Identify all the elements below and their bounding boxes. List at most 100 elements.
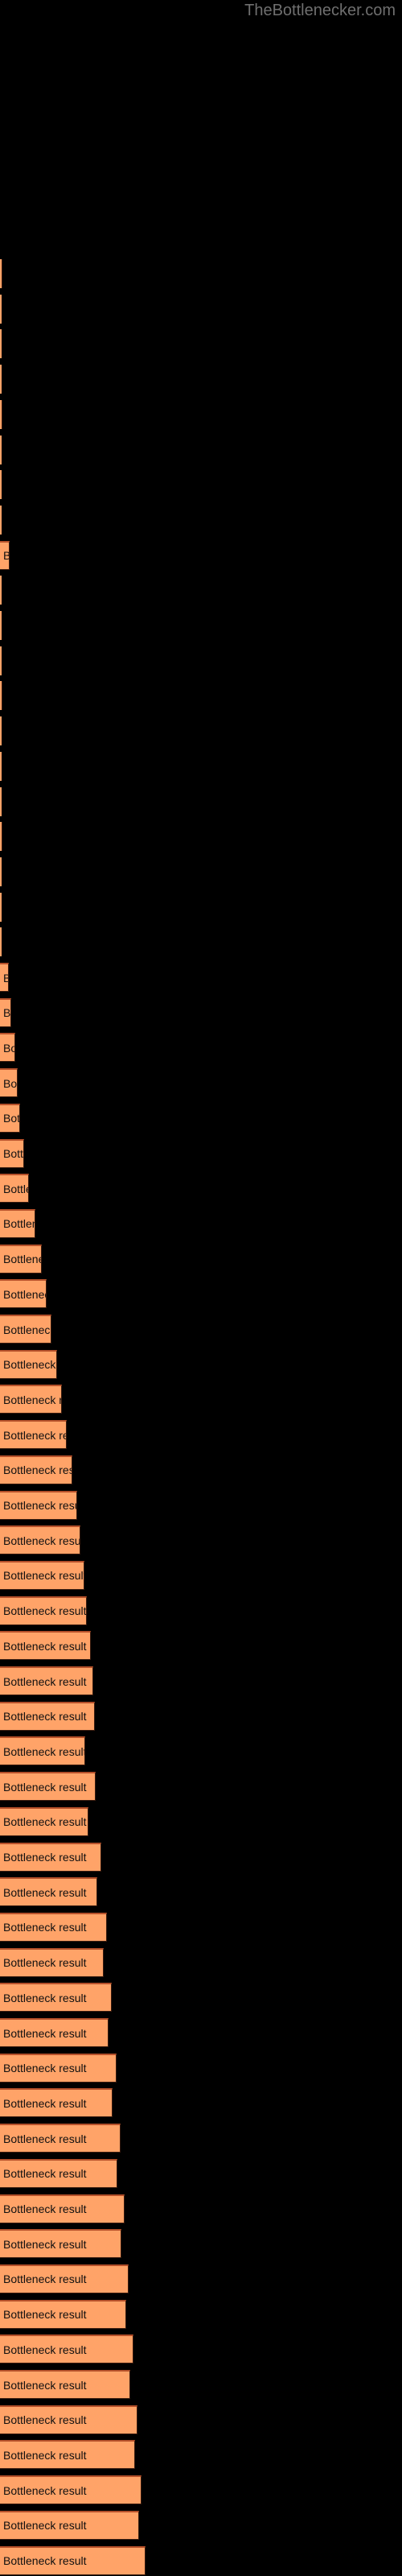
bar-9: Bottleneck result — [0, 540, 10, 570]
bar-label-4: Bottleneck result — [0, 373, 2, 386]
bar-label-21: Bottleneck result — [0, 972, 8, 985]
bar-12: Bottleneck result — [0, 646, 2, 675]
bar-7: Bottleneck result — [0, 470, 2, 500]
bar-label-7: Bottleneck result — [0, 478, 2, 491]
bar-label-66: Bottleneck result — [3, 2554, 87, 2567]
bar-label-52: Bottleneck result — [3, 2062, 87, 2075]
bar-36: Bottleneck result — [0, 1490, 77, 1520]
bar-label-45: Bottleneck result — [3, 1815, 87, 1829]
bar-label-12: Bottleneck result — [0, 654, 2, 667]
bar-label-16: Bottleneck result — [0, 795, 2, 808]
bar-57: Bottleneck result — [0, 2229, 121, 2259]
bar-label-42: Bottleneck result — [3, 1710, 87, 1724]
bar-30: Bottleneck result — [0, 1279, 47, 1309]
bar-label-39: Bottleneck result — [3, 1604, 87, 1618]
bar-14: Bottleneck result — [0, 716, 2, 746]
bar-24: Bottleneck result — [0, 1068, 18, 1098]
bar-26: Bottleneck result — [0, 1138, 24, 1168]
bar-39: Bottleneck result — [0, 1596, 87, 1625]
bar-label-49: Bottleneck result — [3, 1956, 87, 1970]
bar-label-56: Bottleneck result — [3, 2202, 87, 2215]
bar-label-18: Bottleneck result — [0, 865, 2, 878]
chart-root: TheBottlenecker.com Bottleneck resultBot… — [0, 0, 402, 2576]
bar-18: Bottleneck result — [0, 857, 2, 886]
bar-15: Bottleneck result — [0, 751, 2, 781]
bar-label-57: Bottleneck result — [3, 2237, 87, 2251]
bar-label-44: Bottleneck result — [3, 1780, 87, 1794]
bar-label-54: Bottleneck result — [3, 2132, 87, 2145]
bar-label-37: Bottleneck result — [3, 1534, 80, 1547]
bar-label-19: Bottleneck result — [0, 901, 2, 914]
bar-56: Bottleneck result — [0, 2194, 125, 2223]
bar-66: Bottleneck result — [0, 2545, 146, 2575]
bar-label-11: Bottleneck result — [0, 619, 2, 632]
bar-19: Bottleneck result — [0, 892, 2, 922]
bar-54: Bottleneck result — [0, 2124, 121, 2153]
bar-label-1: Bottleneck result — [0, 267, 2, 280]
bar-23: Bottleneck result — [0, 1033, 15, 1063]
bar-label-50: Bottleneck result — [3, 1991, 87, 2004]
bar-34: Bottleneck result — [0, 1420, 67, 1450]
bar-chart-plot-area: Bottleneck result Bottleneck result Bottle… — [0, 0, 402, 2576]
bar-22: Bottleneck result — [0, 997, 11, 1027]
bar-13: Bottleneck result — [0, 681, 2, 711]
bar-label-33: Bottleneck result — [3, 1393, 61, 1406]
bar-label-53: Bottleneck result — [3, 2096, 87, 2110]
bar-32: Bottleneck result — [0, 1349, 57, 1379]
bar-label-46: Bottleneck result — [3, 1851, 87, 1864]
bar-label-9: Bottleneck result — [0, 549, 9, 562]
bar-label-64: Bottleneck result — [3, 2483, 87, 2497]
bar-label-36: Bottleneck result — [3, 1499, 76, 1512]
bar-label-26: Bottleneck result — [3, 1147, 24, 1160]
bar-label-63: Bottleneck result — [3, 2448, 87, 2462]
bar-4: Bottleneck result — [0, 365, 2, 394]
bar-label-47: Bottleneck result — [3, 1885, 87, 1899]
bar-label-23: Bottleneck result — [3, 1041, 14, 1055]
bar-11: Bottleneck result — [0, 611, 2, 640]
bar-label-15: Bottleneck result — [0, 760, 2, 773]
bar-60: Bottleneck result — [0, 2334, 133, 2364]
bar-label-48: Bottleneck result — [3, 1921, 87, 1934]
bar-28: Bottleneck result — [0, 1208, 35, 1238]
bar-label-22: Bottleneck result — [3, 1006, 11, 1020]
bar-label-20: Bottleneck result — [0, 935, 2, 948]
bar-label-17: Bottleneck result — [0, 830, 2, 843]
bar-5: Bottleneck result — [0, 399, 2, 429]
bar-label-62: Bottleneck result — [3, 2413, 87, 2427]
bar-46: Bottleneck result — [0, 1842, 101, 1872]
bar-42: Bottleneck result — [0, 1701, 95, 1731]
bar-label-55: Bottleneck result — [3, 2167, 87, 2181]
bar-label-35: Bottleneck result — [3, 1463, 72, 1477]
bar-17: Bottleneck result — [0, 822, 2, 852]
bar-21: Bottleneck result — [0, 963, 9, 992]
bar-44: Bottleneck result — [0, 1772, 96, 1802]
bar-1: Bottleneck result — [0, 259, 2, 288]
bar-label-3: Bottleneck result — [0, 337, 2, 350]
bar-label-29: Bottleneck result — [3, 1253, 41, 1266]
bar-2: Bottleneck result — [0, 294, 2, 324]
bar-10: Bottleneck result — [0, 576, 2, 605]
bar-label-8: Bottleneck result — [0, 514, 2, 526]
bar-31: Bottleneck result — [0, 1315, 51, 1344]
bar-label-24: Bottleneck result — [3, 1076, 18, 1090]
bar-label-65: Bottleneck result — [3, 2519, 87, 2533]
bar-65: Bottleneck result — [0, 2510, 139, 2540]
bar-33: Bottleneck result — [0, 1385, 62, 1414]
bar-37: Bottleneck result — [0, 1525, 80, 1555]
bar-29: Bottleneck result — [0, 1244, 42, 1274]
bar-label-61: Bottleneck result — [3, 2378, 87, 2392]
bar-43: Bottleneck result — [0, 1736, 85, 1766]
bar-47: Bottleneck result — [0, 1877, 97, 1907]
bar-6: Bottleneck result — [0, 435, 2, 464]
bar-55: Bottleneck result — [0, 2158, 117, 2188]
bar-38: Bottleneck result — [0, 1560, 84, 1590]
bar-40: Bottleneck result — [0, 1631, 91, 1661]
bar-label-41: Bottleneck result — [3, 1674, 87, 1688]
bar-61: Bottleneck result — [0, 2370, 130, 2399]
bar-64: Bottleneck result — [0, 2475, 142, 2505]
bar-51: Bottleneck result — [0, 2018, 109, 2047]
bar-label-59: Bottleneck result — [3, 2308, 87, 2322]
bar-label-30: Bottleneck result — [3, 1287, 46, 1301]
bar-label-28: Bottleneck result — [3, 1217, 35, 1231]
bar-label-14: Bottleneck result — [0, 724, 2, 737]
